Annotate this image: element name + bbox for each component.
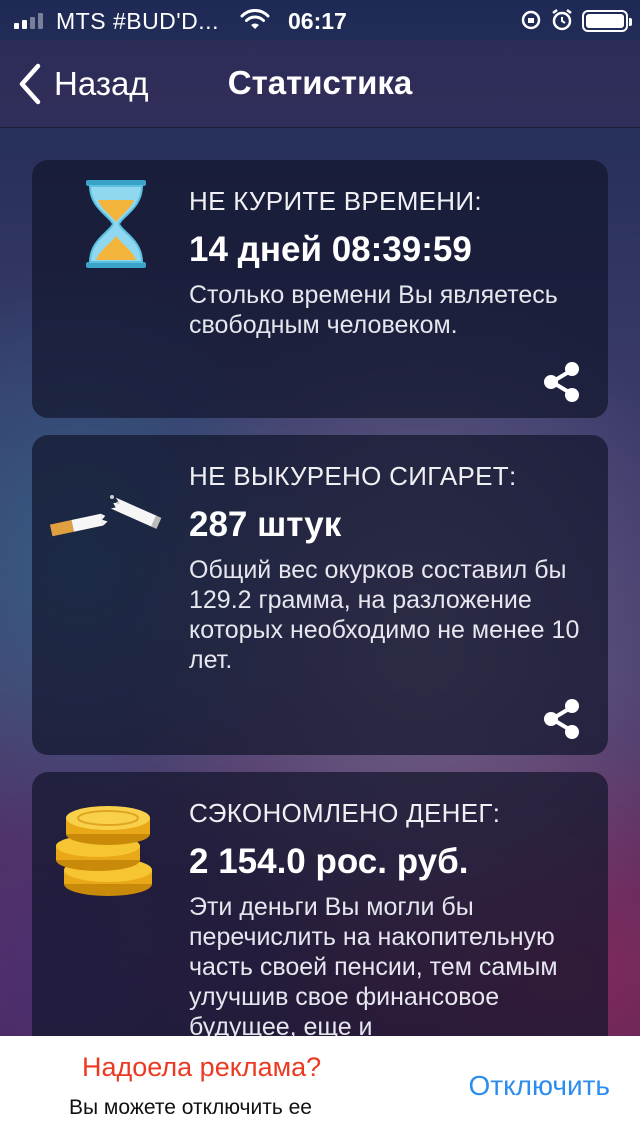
ad-title: Надоела реклама?: [82, 1052, 322, 1082]
hourglass-icon: [86, 180, 146, 268]
stat-label: СЭКОНОМЛЕНО ДЕНЕГ:: [189, 798, 501, 828]
stat-value: 287 штук: [189, 505, 342, 544]
stat-description: Общий вес окурков составил бы 129.2 грам…: [189, 556, 580, 674]
stat-card-money: СЭКОНОМЛЕНО ДЕНЕГ: 2 154.0 рос. руб. Эти…: [32, 772, 608, 1072]
stat-label: НЕ КУРИТЕ ВРЕМЕНИ:: [189, 186, 482, 216]
status-time: 06:17: [288, 8, 347, 34]
stat-value: 14 дней 08:39:59: [189, 230, 472, 269]
wifi-icon: [240, 9, 270, 29]
ad-subtitle: Вы можете отключить ее: [69, 1096, 312, 1119]
signal-strength-icon: [14, 11, 50, 29]
coins-icon: [56, 806, 152, 896]
rotation-lock-alarm-icons: [521, 9, 572, 31]
page-title: Статистика: [0, 64, 640, 102]
carrier-name: MTS #BUD'D...: [56, 8, 219, 34]
ad-banner: Надоела реклама? Вы можете отключить ее …: [0, 1036, 640, 1136]
share-icon[interactable]: [542, 697, 582, 741]
stat-label: НЕ ВЫКУРЕНО СИГАРЕТ:: [189, 461, 517, 491]
stat-value: 2 154.0 рос. руб.: [189, 842, 469, 881]
disable-ads-button[interactable]: Отключить: [468, 1070, 610, 1102]
share-icon[interactable]: [542, 360, 582, 404]
stat-description: Эти деньги Вы могли бы перечислить на на…: [189, 893, 558, 1041]
stat-card-time: НЕ КУРИТЕ ВРЕМЕНИ: 14 дней 08:39:59 Стол…: [32, 160, 608, 418]
stat-card-cigarettes: НЕ ВЫКУРЕНО СИГАРЕТ: 287 штук Общий вес …: [32, 435, 608, 755]
stat-description: Столько времени Вы являетесь свободным ч…: [189, 281, 558, 339]
page-title-text: Статистика: [227, 64, 413, 101]
navigation-bar: Назад Статистика: [0, 40, 640, 128]
battery-icon: [582, 10, 632, 32]
broken-cigarette-icon: [49, 495, 162, 537]
status-bar: MTS #BUD'D... 06:17: [0, 0, 640, 40]
